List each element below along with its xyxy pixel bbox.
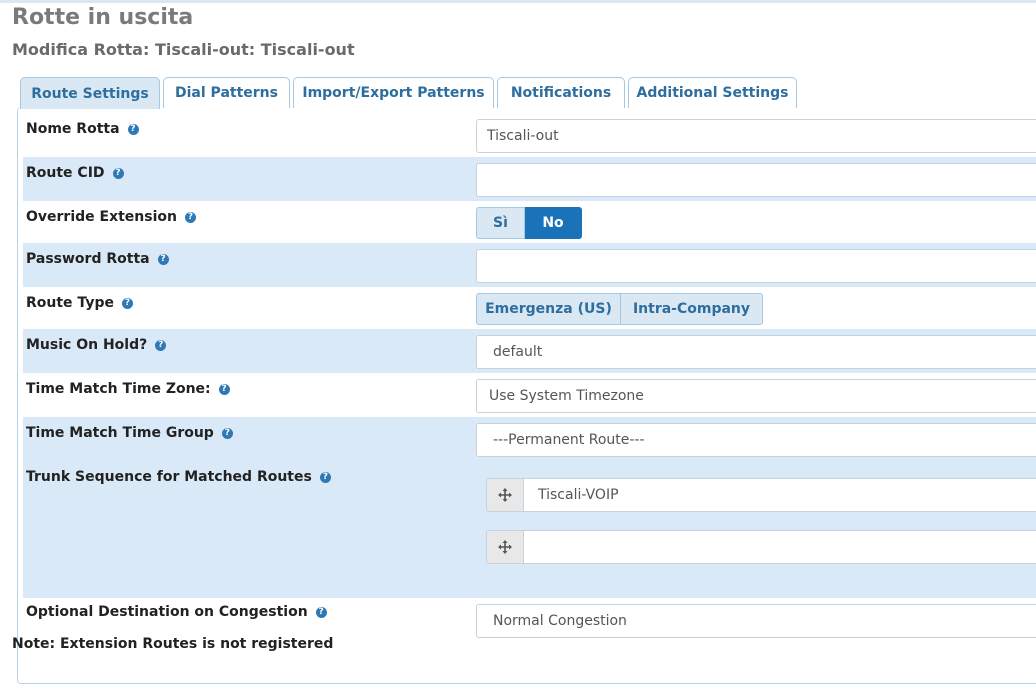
help-icon[interactable]: ? xyxy=(319,471,331,483)
registration-note: Note: Extension Routes is not registered xyxy=(12,636,334,652)
top-border xyxy=(0,0,1036,3)
override-yes-option[interactable]: Sì xyxy=(476,207,525,239)
move-arrows-icon[interactable] xyxy=(486,530,524,564)
trunk-sequence-item: Tiscali-VOIP xyxy=(486,478,1036,512)
trunk-select[interactable]: Tiscali-VOIP xyxy=(524,478,1036,512)
tab-notifications[interactable]: Notifications xyxy=(497,77,625,108)
time-zone-label: Time Match Time Zone: xyxy=(26,381,211,397)
help-icon[interactable]: ? xyxy=(112,167,124,179)
time-group-select[interactable]: ---Permanent Route--- xyxy=(476,423,1036,457)
route-type-label: Route Type xyxy=(26,295,114,311)
time-group-label: Time Match Time Group xyxy=(26,425,214,441)
trunk-sequence-label: Trunk Sequence for Matched Routes xyxy=(26,469,312,485)
override-extension-label: Override Extension xyxy=(26,209,177,225)
route-cid-label: Route CID xyxy=(26,165,105,181)
tab-dial-patterns[interactable]: Dial Patterns xyxy=(163,77,290,108)
route-type-emergency-option[interactable]: Emergenza (US) xyxy=(476,293,621,325)
route-name-label: Nome Rotta xyxy=(26,121,120,137)
override-no-option[interactable]: No xyxy=(525,207,582,239)
tab-additional-settings[interactable]: Additional Settings xyxy=(628,77,797,108)
congestion-destination-label: Optional Destination on Congestion xyxy=(26,604,308,620)
help-icon[interactable]: ? xyxy=(218,383,230,395)
help-icon[interactable]: ? xyxy=(157,253,169,265)
override-extension-toggle: Sì No xyxy=(476,207,582,239)
route-type-intra-company-option[interactable]: Intra-Company xyxy=(621,293,763,325)
help-icon[interactable]: ? xyxy=(315,606,327,618)
route-type-options: Emergenza (US) Intra-Company xyxy=(476,293,763,325)
route-cid-input[interactable] xyxy=(476,163,1036,197)
trunk-sequence-item xyxy=(486,530,1036,564)
route-name-input[interactable]: Tiscali-out xyxy=(476,119,1036,153)
help-icon[interactable]: ? xyxy=(185,211,196,223)
music-on-hold-label: Music On Hold? xyxy=(26,337,148,353)
help-icon[interactable]: ? xyxy=(127,123,139,135)
page-subtitle: Modifica Rotta: Tiscali-out: Tiscali-out xyxy=(12,40,355,59)
page-title: Rotte in uscita xyxy=(12,5,194,30)
route-password-label: Password Rotta xyxy=(26,251,150,267)
route-password-input[interactable] xyxy=(476,249,1036,283)
time-zone-select[interactable]: Use System Timezone xyxy=(476,379,1036,413)
help-icon[interactable]: ? xyxy=(155,339,167,351)
help-icon[interactable]: ? xyxy=(121,297,133,309)
tab-route-settings[interactable]: Route Settings xyxy=(20,77,160,109)
congestion-destination-select[interactable]: Normal Congestion xyxy=(476,604,1036,638)
help-icon[interactable]: ? xyxy=(221,427,233,439)
music-on-hold-select[interactable]: default xyxy=(476,335,1036,369)
trunk-select[interactable] xyxy=(524,530,1036,564)
move-arrows-icon[interactable] xyxy=(486,478,524,512)
tab-import-export-patterns[interactable]: Import/Export Patterns xyxy=(293,77,494,108)
